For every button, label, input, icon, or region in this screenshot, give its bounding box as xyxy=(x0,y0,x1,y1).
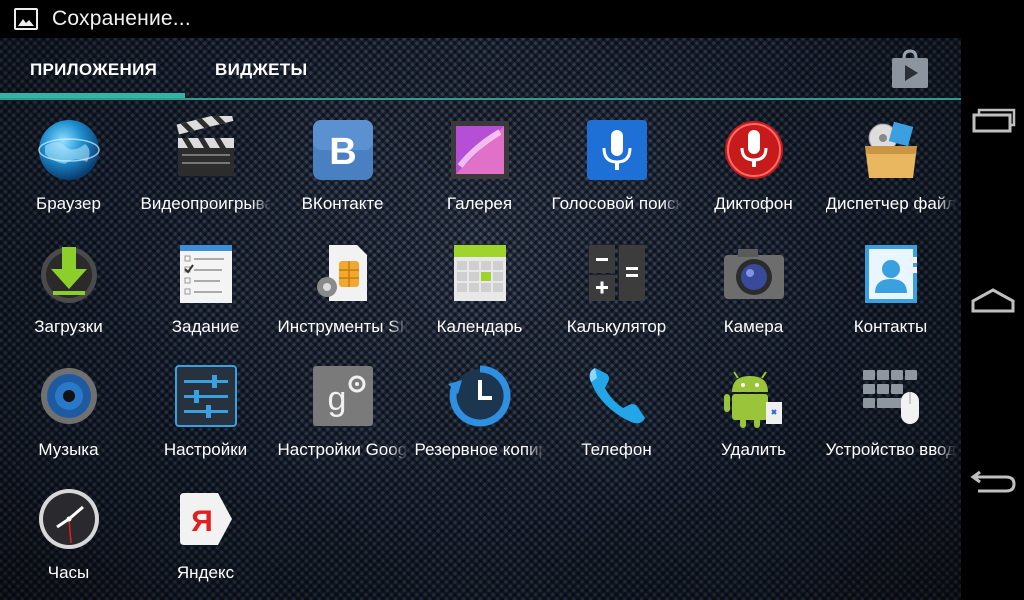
status-bar: Сохранение... xyxy=(0,0,1024,38)
svg-text:B: B xyxy=(329,131,356,173)
app-label: Задание xyxy=(171,317,240,336)
app-label: Диспетчер файлов xyxy=(825,194,956,213)
settings-sliders-icon xyxy=(172,362,240,430)
navigation-bar xyxy=(961,38,1024,600)
music-speaker-icon xyxy=(35,362,103,430)
app-label: Контакты xyxy=(853,317,928,336)
calendar-icon xyxy=(446,239,514,307)
browser-globe-icon xyxy=(35,116,103,184)
camera-icon xyxy=(720,239,788,307)
back-icon[interactable] xyxy=(969,456,1017,504)
backup-clock-icon xyxy=(446,362,514,430)
app-contacts[interactable]: Контакты xyxy=(822,225,959,345)
app-sim-tools[interactable]: Инструменты SIM xyxy=(274,225,411,345)
app-label: Устройство ввода xyxy=(825,440,956,459)
tab-bar: ПРИЛОЖЕНИЯ ВИДЖЕТЫ xyxy=(0,38,961,100)
android-uninstall-icon xyxy=(720,362,788,430)
tasks-icon xyxy=(172,239,240,307)
contacts-icon xyxy=(857,239,925,307)
clock-icon xyxy=(35,485,103,553)
yandex-icon: Я xyxy=(172,485,240,553)
image-icon xyxy=(14,8,38,30)
svg-text:g: g xyxy=(327,380,346,418)
app-vkontakte[interactable]: B ВКонтакте xyxy=(274,102,411,222)
tab-divider xyxy=(0,98,961,100)
app-label: Видеопроигрыватель xyxy=(140,194,271,213)
app-label: Яндекс xyxy=(176,563,235,582)
app-label: Настройки Google xyxy=(277,440,408,459)
app-label: Часы xyxy=(47,563,90,582)
status-text: Сохранение... xyxy=(52,7,191,30)
app-camera[interactable]: Камера xyxy=(685,225,822,345)
phone-icon xyxy=(583,362,651,430)
home-icon[interactable] xyxy=(969,276,1017,324)
app-clock[interactable]: Часы xyxy=(0,471,137,591)
app-calendar[interactable]: Календарь xyxy=(411,225,548,345)
download-icon xyxy=(35,239,103,307)
app-browser[interactable]: Браузер xyxy=(0,102,137,222)
tab-apps[interactable]: ПРИЛОЖЕНИЯ xyxy=(30,60,157,80)
app-settings[interactable]: Настройки xyxy=(137,348,274,468)
app-tasks[interactable]: Задание xyxy=(137,225,274,345)
app-voice-search[interactable]: Голосовой поиск xyxy=(548,102,685,222)
keyboard-mouse-icon xyxy=(857,362,925,430)
app-backup[interactable]: Резервное копирование xyxy=(411,348,548,468)
play-store-icon[interactable] xyxy=(888,48,932,90)
app-video-player[interactable]: Видеопроигрыватель xyxy=(137,102,274,222)
app-input-device[interactable]: Устройство ввода xyxy=(822,348,959,468)
app-label: Камера xyxy=(723,317,784,336)
app-calculator[interactable]: Калькулятор xyxy=(548,225,685,345)
app-google-settings[interactable]: g Настройки Google xyxy=(274,348,411,468)
app-downloads[interactable]: Загрузки xyxy=(0,225,137,345)
file-manager-icon xyxy=(857,116,925,184)
app-file-manager[interactable]: Диспетчер файлов xyxy=(822,102,959,222)
recents-icon[interactable] xyxy=(969,96,1017,144)
microphone-icon xyxy=(583,116,651,184)
app-label: Браузер xyxy=(36,194,101,213)
app-drawer: ПРИЛОЖЕНИЯ ВИДЖЕТЫ Браузер Видеопроигрыв… xyxy=(0,38,961,600)
app-label: Инструменты SIM xyxy=(277,317,408,336)
svg-text:Я: Я xyxy=(191,505,213,538)
app-label: Удалить xyxy=(721,440,786,459)
app-music[interactable]: Музыка xyxy=(0,348,137,468)
google-settings-icon: g xyxy=(309,362,377,430)
app-label: Калькулятор xyxy=(566,317,667,336)
vk-icon: B xyxy=(309,116,377,184)
tab-widgets[interactable]: ВИДЖЕТЫ xyxy=(215,60,307,80)
app-gallery[interactable]: Галерея xyxy=(411,102,548,222)
app-label: Галерея xyxy=(446,194,513,213)
calculator-icon xyxy=(583,239,651,307)
app-label: Телефон xyxy=(581,440,652,459)
app-yandex[interactable]: Я Яндекс xyxy=(137,471,274,591)
recorder-icon xyxy=(720,116,788,184)
app-label: Календарь xyxy=(436,317,523,336)
app-label: Диктофон xyxy=(714,194,793,213)
app-recorder[interactable]: Диктофон xyxy=(685,102,822,222)
gallery-icon xyxy=(446,116,514,184)
app-label: Настройки xyxy=(163,440,248,459)
app-label: ВКонтакте xyxy=(301,194,384,213)
app-label: Музыка xyxy=(38,440,99,459)
clapperboard-icon xyxy=(172,111,240,184)
app-phone[interactable]: Телефон xyxy=(548,348,685,468)
app-label: Загрузки xyxy=(34,317,103,336)
app-uninstall[interactable]: Удалить xyxy=(685,348,822,468)
app-label: Голосовой поиск xyxy=(551,194,682,213)
app-label: Резервное копирование xyxy=(414,440,545,459)
sim-tools-icon xyxy=(309,239,377,307)
